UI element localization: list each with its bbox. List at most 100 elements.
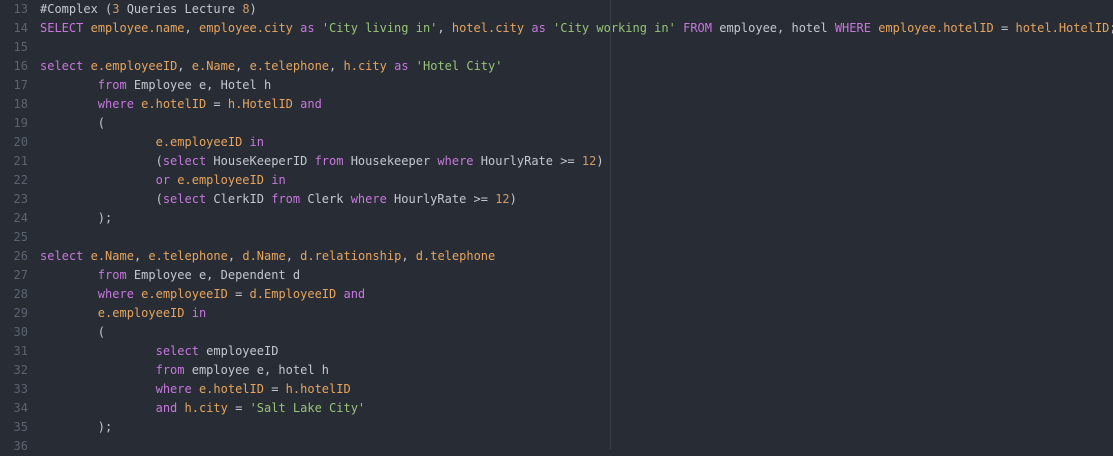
code-line[interactable]: 27 from Employee e, Dependent d xyxy=(0,266,1113,285)
line-text: #Complex (3 Queries Lecture 8) xyxy=(40,2,257,16)
code-token: select xyxy=(40,249,84,263)
code-line[interactable]: 15 xyxy=(0,38,1113,57)
code-line[interactable]: 14 SELECT employee.name, employee.city as… xyxy=(0,19,1113,38)
line-text: e.employeeID in xyxy=(40,306,206,320)
code-token: d.EmployeeID xyxy=(249,287,337,301)
line-text: ); xyxy=(40,211,112,225)
line-number: 33 xyxy=(13,382,28,396)
line-number: 16 xyxy=(13,59,28,73)
code-token: Housekeeper xyxy=(343,154,438,168)
code-token: Queries Lecture xyxy=(119,2,243,16)
code-editor[interactable]: 13 #Complex (3 Queries Lecture 8) 14 SELECT… xyxy=(0,0,1113,453)
code-token: employee.city xyxy=(198,21,293,35)
code-line[interactable]: 18 where e.hotelID = h.HotelID and xyxy=(0,95,1113,114)
code-token: Employee e, Hotel h xyxy=(126,78,272,92)
code-token: , xyxy=(227,249,243,263)
code-line[interactable]: 20 e.employeeID in xyxy=(0,133,1113,152)
code-token: from xyxy=(155,363,185,377)
code-token: where xyxy=(155,382,192,396)
line-text: SELECT employee.name, employee.city as '… xyxy=(40,21,1113,35)
code-token: , xyxy=(285,249,301,263)
code-token: = xyxy=(993,21,1016,35)
code-token: h.city xyxy=(343,59,387,73)
code-line[interactable]: 25 xyxy=(0,228,1113,247)
code-area[interactable]: 13 #Complex (3 Queries Lecture 8) 14 SELECT… xyxy=(0,0,1113,456)
line-number: 13 xyxy=(13,2,28,16)
code-token: ) xyxy=(596,154,604,168)
code-token: ); xyxy=(40,420,113,434)
code-token: , xyxy=(401,249,416,263)
line-number: 32 xyxy=(13,363,28,377)
line-text: select employeeID xyxy=(40,344,279,358)
line-text: where e.hotelID = h.hotelID xyxy=(40,382,351,396)
code-token: as xyxy=(531,21,546,35)
code-token: , xyxy=(184,21,199,35)
code-token: FROM xyxy=(683,21,712,35)
code-line[interactable]: 31 select employeeID xyxy=(0,342,1113,361)
line-number: 24 xyxy=(13,211,28,225)
code-token: employeeID xyxy=(198,344,279,358)
code-token: 'Salt Lake City' xyxy=(249,401,366,415)
code-line[interactable]: 19 ( xyxy=(0,114,1113,133)
code-token: from xyxy=(314,154,344,168)
code-token: ; xyxy=(1109,21,1113,35)
line-number: 19 xyxy=(13,116,28,130)
code-line[interactable]: 34 and h.city = 'Salt Lake City' xyxy=(0,399,1113,418)
code-line[interactable]: 30 ( xyxy=(0,323,1113,342)
code-line[interactable]: 24 ); xyxy=(0,209,1113,228)
code-token: d.Name xyxy=(242,249,286,263)
line-text: or e.employeeID in xyxy=(40,173,286,187)
line-number: 26 xyxy=(13,249,28,263)
code-token: ( xyxy=(40,154,163,168)
code-token: ( xyxy=(40,325,106,339)
code-line[interactable]: 36 xyxy=(0,437,1113,456)
code-line[interactable]: 17 from Employee e, Hotel h xyxy=(0,76,1113,95)
code-line[interactable]: 26 select e.Name, e.telephone, d.Name, d.… xyxy=(0,247,1113,266)
code-token: employee.name xyxy=(90,21,185,35)
code-token: and xyxy=(300,97,322,111)
code-token: h.city xyxy=(184,401,228,415)
code-line[interactable]: 28 where e.employeeID = d.EmployeeID and xyxy=(0,285,1113,304)
line-text: ( xyxy=(40,116,105,130)
code-token: ); xyxy=(40,211,113,225)
code-line[interactable]: 16 select e.employeeID, e.Name, e.telepho… xyxy=(0,57,1113,76)
code-token: , xyxy=(437,21,452,35)
code-token: d.relationship xyxy=(300,249,402,263)
code-token: , xyxy=(133,249,149,263)
code-line[interactable]: 32 from employee e, hotel h xyxy=(0,361,1113,380)
code-token: HouseKeeperID xyxy=(206,154,315,168)
code-line[interactable]: 13 #Complex (3 Queries Lecture 8) xyxy=(0,0,1113,19)
line-text: where e.hotelID = h.HotelID and xyxy=(40,97,322,111)
code-token: where xyxy=(350,192,387,206)
code-token: employee, hotel xyxy=(712,21,835,35)
code-token: e.telephone xyxy=(148,249,228,263)
code-token: , xyxy=(177,59,192,73)
code-token: = xyxy=(227,287,250,301)
code-token: 'City working in' xyxy=(553,21,676,35)
code-line[interactable]: 35 ); xyxy=(0,418,1113,437)
line-text: where e.employeeID = d.EmployeeID and xyxy=(40,287,365,301)
code-line[interactable]: 22 or e.employeeID in xyxy=(0,171,1113,190)
code-line[interactable]: 33 where e.hotelID = h.hotelID xyxy=(0,380,1113,399)
code-token: employee.hotelID xyxy=(878,21,994,35)
code-token: where xyxy=(97,287,134,301)
code-token: ) xyxy=(509,192,517,206)
line-number: 34 xyxy=(13,401,28,415)
code-line[interactable]: 29 e.employeeID in xyxy=(0,304,1113,323)
code-line[interactable]: 21 (select HouseKeeperID from Housekeepe… xyxy=(0,152,1113,171)
code-token: h.hotelID xyxy=(285,382,351,396)
line-text: from Employee e, Hotel h xyxy=(40,78,271,92)
code-token: ) xyxy=(249,2,257,16)
code-token: from xyxy=(271,192,301,206)
code-token: as xyxy=(300,21,315,35)
code-token: and xyxy=(343,287,366,301)
line-text: select e.employeeID, e.Name, e.telephone… xyxy=(40,59,502,73)
code-line[interactable]: 23 (select ClerkID from Clerk where Hour… xyxy=(0,190,1113,209)
code-token: #Complex ( xyxy=(40,2,113,16)
code-token: WHERE xyxy=(834,21,871,35)
